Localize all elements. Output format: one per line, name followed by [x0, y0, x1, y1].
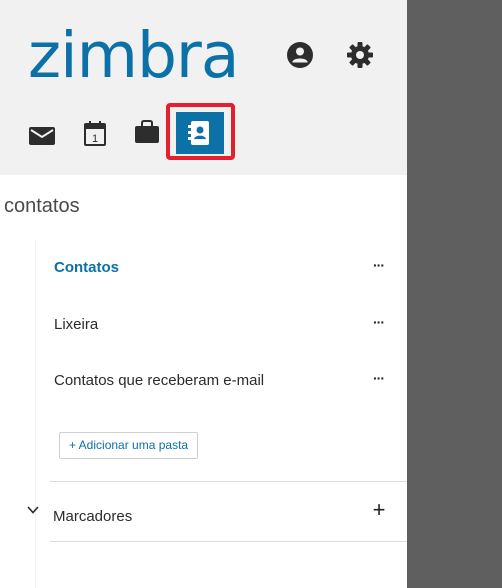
divider — [50, 541, 407, 542]
folder-item-lixeira[interactable]: Lixeira ··· — [36, 305, 408, 345]
add-folder-button[interactable]: + Adicionar uma pasta — [59, 432, 199, 459]
tags-label: Marcadores — [53, 508, 133, 525]
sidebar: zimbra 1 contatos Contatos ··· Lixeira ·… — [0, 0, 407, 588]
add-tag-button[interactable]: + — [370, 499, 388, 521]
folder-menu-button[interactable]: ··· — [373, 315, 393, 333]
section-title: contatos — [4, 195, 80, 217]
gear-icon[interactable] — [345, 40, 375, 70]
tags-section-header[interactable]: Marcadores + — [0, 495, 407, 535]
folder-label: Contatos que receberam e-mail — [54, 372, 265, 389]
address-book-icon — [188, 121, 209, 145]
user-circle-icon[interactable] — [286, 41, 314, 69]
chevron-down-icon[interactable] — [26, 503, 40, 517]
folder-item-emailed-contacts[interactable]: Contatos que receberam e-mail ··· — [36, 361, 408, 401]
folder-label: Contatos — [54, 259, 119, 276]
modal-overlay — [407, 0, 502, 588]
divider — [50, 481, 407, 482]
envelope-icon[interactable] — [28, 125, 56, 147]
svg-text:1: 1 — [92, 133, 98, 145]
folder-menu-button[interactable]: ··· — [373, 258, 393, 276]
contacts-tab[interactable] — [176, 112, 224, 154]
briefcase-icon[interactable] — [134, 120, 160, 144]
folder-menu-button[interactable]: ··· — [373, 371, 393, 389]
zimbra-logo: zimbra — [28, 19, 239, 92]
folder-item-contatos[interactable]: Contatos ··· — [36, 248, 408, 288]
header: zimbra 1 — [0, 0, 407, 175]
folder-label: Lixeira — [54, 316, 99, 333]
calendar-icon[interactable]: 1 — [83, 120, 107, 146]
folder-list: Contatos ··· Lixeira ··· Contatos que re… — [35, 240, 407, 588]
